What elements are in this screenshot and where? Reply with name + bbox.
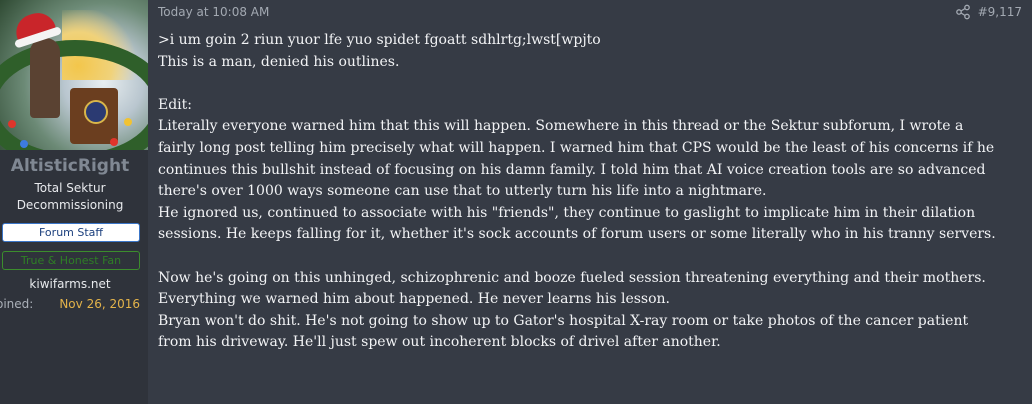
post-blank-line [158, 246, 1028, 268]
post-line: Literally everyone warned him that this … [158, 118, 964, 135]
post-line: fairly long post telling him precisely w… [158, 139, 995, 156]
avatar-ornament [110, 138, 118, 146]
joined-date: Nov 26, 2016 [59, 297, 140, 311]
post-line: He ignored us, continued to associate wi… [158, 204, 976, 221]
post-line: Edit: [158, 96, 193, 113]
post-line: Bryan won't do shit. He's not going to s… [158, 312, 969, 329]
user-title: Total Sektur Decommissioning [16, 181, 124, 212]
joined-label: oined: [0, 297, 34, 311]
post-line: continues this bullshit instead of focus… [158, 161, 986, 178]
post-blank-line [158, 73, 1028, 95]
post-body: >i um goin 2 riun yuor lfe yuo spidet fg… [158, 30, 1028, 354]
avatar-person [30, 38, 60, 118]
post-main: Today at 10:08 AM #9,117 >i um goin 2 ri… [148, 0, 1032, 404]
username[interactable]: AltisticRight [0, 156, 140, 176]
post-line: from his driveway. He'll just spew out i… [158, 334, 721, 351]
avatar-ornament [124, 118, 132, 126]
post-line: there's over 1000 ways someone can use t… [158, 183, 767, 200]
avatar-ornament [8, 120, 16, 128]
post-timestamp[interactable]: Today at 10:08 AM [158, 5, 269, 19]
avatar[interactable] [0, 0, 148, 150]
post-number[interactable]: #9,117 [978, 5, 1022, 19]
post-container: AltisticRight Total Sektur Decommissioni… [0, 0, 1032, 404]
avatar-ornament [20, 140, 28, 148]
share-icon[interactable] [955, 4, 971, 20]
site-label: kiwifarms.net [29, 277, 111, 291]
post-line: Everything we warned him about happened.… [158, 291, 670, 308]
avatar-santa-hat [11, 8, 57, 42]
user-sidebar: AltisticRight Total Sektur Decommissioni… [0, 0, 148, 404]
post-line: This is a man, denied his outlines. [158, 53, 400, 70]
forum-staff-banner: Forum Staff [2, 223, 140, 242]
avatar-seal [84, 100, 108, 124]
post-line: Now he's going on this unhinged, schizop… [158, 269, 986, 286]
true-honest-fan-banner: True & Honest Fan [2, 251, 140, 270]
post-line: sessions. He keeps falling for it, wheth… [158, 226, 996, 243]
post-line: >i um goin 2 riun yuor lfe yuo spidet fg… [158, 32, 601, 48]
